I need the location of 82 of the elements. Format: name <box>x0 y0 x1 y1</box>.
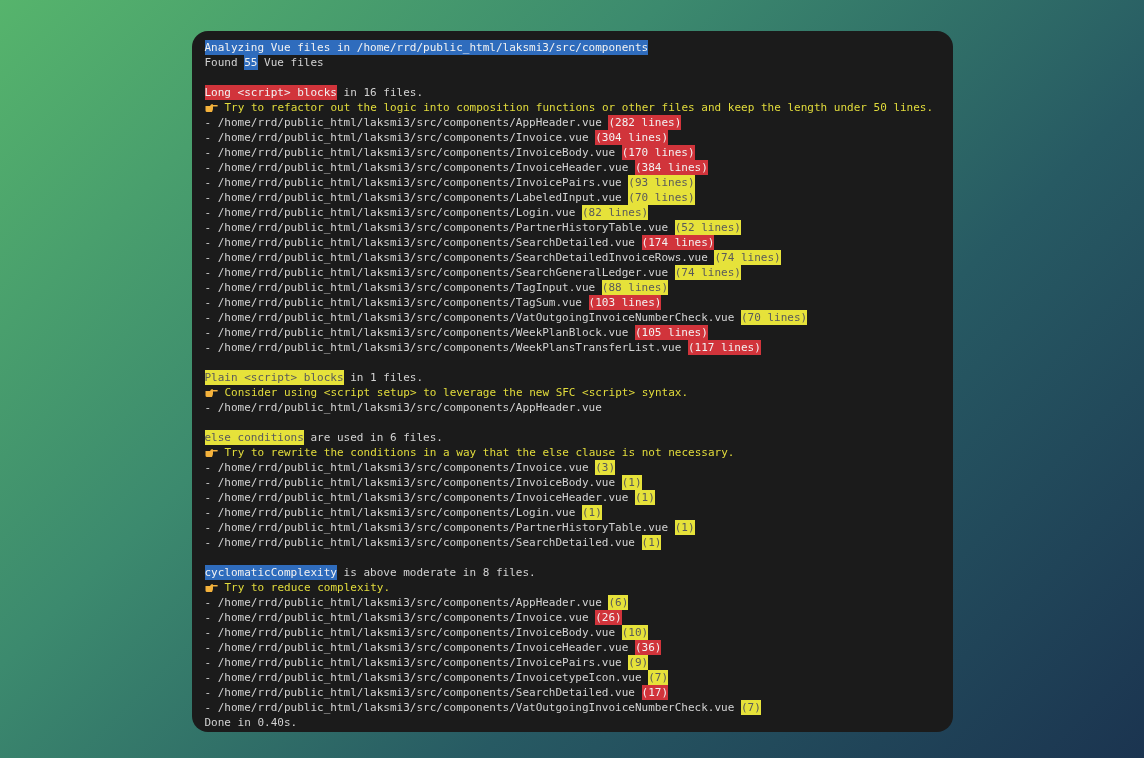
output-text: - /home/rrd/public_html/laksmi3/src/components/InvoiceHeader.vue <box>204 490 630 505</box>
highlighted-text: (74 lines) <box>674 265 741 280</box>
highlighted-text: else conditions <box>204 430 304 445</box>
highlighted-text: (93 lines) <box>628 175 695 190</box>
output-text: - /home/rrd/public_html/laksmi3/src/components/TagInput.vue <box>204 280 597 295</box>
output-text: - /home/rrd/public_html/laksmi3/src/components/LabeledInput.vue <box>204 190 623 205</box>
output-text: - /home/rrd/public_html/laksmi3/src/components/VatOutgoingInvoiceNumberCheck.vue <box>204 700 736 715</box>
output-text: - /home/rrd/public_html/laksmi3/src/components/WeekPlansTransferList.vue <box>204 340 683 355</box>
output-text: - /home/rrd/public_html/laksmi3/src/components/AppHeader.vue <box>204 595 603 610</box>
output-text: in 1 files. <box>349 370 424 385</box>
highlighted-text: (82 lines) <box>582 205 649 220</box>
highlighted-text: (1) <box>621 475 642 490</box>
highlighted-text: (17) <box>641 685 669 700</box>
output-text: - /home/rrd/public_html/laksmi3/src/components/SearchGeneralLedger.vue <box>204 265 670 280</box>
output-text: - /home/rrd/public_html/laksmi3/src/components/Login.vue <box>204 505 577 520</box>
output-text: - /home/rrd/public_html/laksmi3/src/components/Invoice.vue <box>204 610 590 625</box>
tip-text: Try to refactor out the logic into composition functions or other files and keep the length under 50 lines. <box>224 100 934 115</box>
highlighted-text: (170 lines) <box>621 145 695 160</box>
highlighted-text: (70 lines) <box>740 310 808 325</box>
pointing-hand-icon <box>204 447 218 458</box>
highlighted-text: 55 <box>244 55 258 70</box>
output-text: - /home/rrd/public_html/laksmi3/src/components/WeekPlanBlock.vue <box>204 325 630 340</box>
output-text: Vue files <box>263 55 324 70</box>
output-text: - /home/rrd/public_html/laksmi3/src/components/InvoicePairs.vue <box>204 655 623 670</box>
highlighted-text: (105 lines) <box>634 325 708 340</box>
output-text: Done in 0.40s. <box>204 715 298 730</box>
highlighted-text: (1) <box>582 505 602 520</box>
highlighted-text: (7) <box>740 700 761 715</box>
highlighted-text: (174 lines) <box>641 235 715 250</box>
highlighted-text: (304 lines) <box>595 130 669 145</box>
output-text: - /home/rrd/public_html/laksmi3/src/components/AppHeader.vue <box>204 400 602 415</box>
pointing-hand-icon <box>204 387 218 398</box>
output-text: is above moderate in 8 files. <box>342 565 536 580</box>
highlighted-text: (282 lines) <box>608 115 682 130</box>
output-text: - /home/rrd/public_html/laksmi3/src/components/InvoiceHeader.vue <box>204 160 630 175</box>
output-text: are used in 6 files. <box>309 430 443 445</box>
output-text: - /home/rrd/public_html/laksmi3/src/components/PartnerHistoryTable.vue <box>204 220 670 235</box>
output-text: in 16 files. <box>342 85 424 100</box>
output-text: - /home/rrd/public_html/laksmi3/src/components/Login.vue <box>204 205 577 220</box>
output-text: - /home/rrd/public_html/laksmi3/src/components/Invoice.vue <box>204 130 590 145</box>
pointing-hand-icon <box>204 102 218 113</box>
highlighted-text: (88 lines) <box>601 280 669 295</box>
highlighted-text: (103 lines) <box>588 295 662 310</box>
output-text: - /home/rrd/public_html/laksmi3/src/components/PartnerHistoryTable.vue <box>204 520 670 535</box>
highlighted-text: (1) <box>641 535 662 550</box>
highlighted-text: (36) <box>634 640 662 655</box>
tip-text: Try to rewrite the conditions in a way that the else clause is not necessary. <box>224 445 735 460</box>
output-text: - /home/rrd/public_html/laksmi3/src/components/SearchDetailedInvoiceRows.vue <box>204 250 709 265</box>
highlighted-text: Plain <script> blocks <box>204 370 344 385</box>
output-text: - /home/rrd/public_html/laksmi3/src/components/InvoicetypeIcon.vue <box>204 670 643 685</box>
highlighted-text: (3) <box>595 460 616 475</box>
highlighted-text: Analyzing Vue files in /home/rrd/public_html/laksmi3/src/components <box>204 40 649 55</box>
highlighted-text: (52 lines) <box>674 220 741 235</box>
output-text: - /home/rrd/public_html/laksmi3/src/components/InvoiceHeader.vue <box>204 640 630 655</box>
output-text: - /home/rrd/public_html/laksmi3/src/components/SearchDetailed.vue <box>204 535 636 550</box>
output-text: - /home/rrd/public_html/laksmi3/src/components/Invoice.vue <box>204 460 590 475</box>
highlighted-text: (384 lines) <box>634 160 708 175</box>
highlighted-text: (70 lines) <box>628 190 695 205</box>
highlighted-text: (7) <box>648 670 669 685</box>
highlighted-text: (26) <box>595 610 622 625</box>
tip-text: Consider using <script setup> to leverage the new SFC <script> syntax. <box>224 385 689 400</box>
output-text: - /home/rrd/public_html/laksmi3/src/components/TagSum.vue <box>204 295 583 310</box>
highlighted-text: (117 lines) <box>687 340 761 355</box>
highlighted-text: (6) <box>608 595 629 610</box>
output-text: - /home/rrd/public_html/laksmi3/src/components/SearchDetailed.vue <box>204 685 636 700</box>
highlighted-text: (1) <box>634 490 655 505</box>
highlighted-text: (9) <box>628 655 649 670</box>
output-text: - /home/rrd/public_html/laksmi3/src/components/InvoiceBody.vue <box>204 145 617 160</box>
tip-text: Try to reduce complexity. <box>224 580 391 595</box>
highlighted-text: (1) <box>674 520 695 535</box>
highlighted-text: Long <script> blocks <box>204 85 337 100</box>
output-text: - /home/rrd/public_html/laksmi3/src/components/SearchDetailed.vue <box>204 235 636 250</box>
highlighted-text: (10) <box>621 625 649 640</box>
output-text: - /home/rrd/public_html/laksmi3/src/components/VatOutgoingInvoiceNumberCheck.vue <box>204 310 736 325</box>
output-text: - /home/rrd/public_html/laksmi3/src/components/InvoiceBody.vue <box>204 625 617 640</box>
output-text: - /home/rrd/public_html/laksmi3/src/components/InvoiceBody.vue <box>204 475 617 490</box>
output-text: - /home/rrd/public_html/laksmi3/src/components/InvoicePairs.vue <box>204 175 623 190</box>
highlighted-text: (74 lines) <box>714 250 781 265</box>
output-text: - /home/rrd/public_html/laksmi3/src/components/AppHeader.vue <box>204 115 603 130</box>
pointing-hand-icon <box>204 582 218 593</box>
highlighted-text: cyclomaticComplexity <box>204 565 337 580</box>
output-text: Found <box>204 55 239 70</box>
